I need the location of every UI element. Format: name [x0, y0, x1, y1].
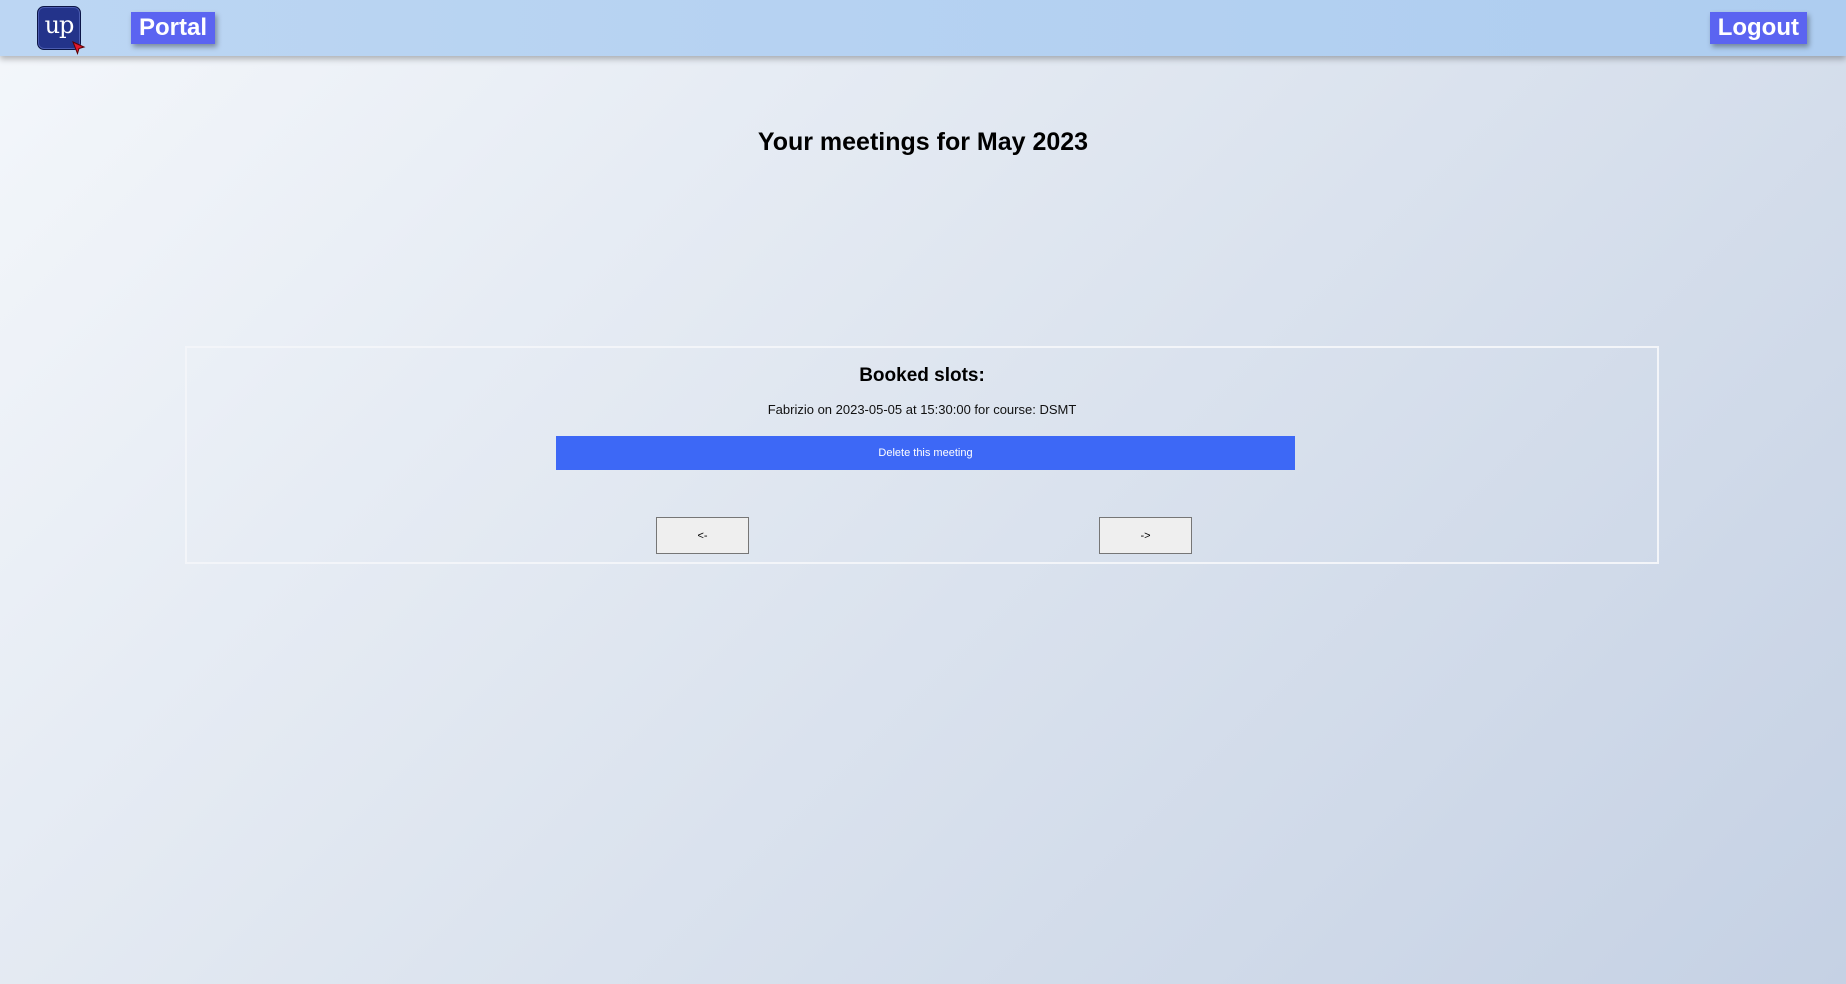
booked-slots-heading: Booked slots: [859, 365, 985, 386]
cursor-icon [72, 41, 86, 55]
next-month-button[interactable]: -> [1099, 517, 1192, 554]
app-logo[interactable]: up [37, 6, 86, 55]
booked-slot-description: Fabrizio on 2023-05-05 at 15:30:00 for c… [767, 402, 1077, 417]
logo-text: up [44, 11, 75, 39]
previous-month-button[interactable]: <- [656, 517, 749, 554]
delete-meeting-button[interactable]: Delete this meeting [556, 436, 1295, 470]
top-navigation-bar: up Portal Logout [0, 0, 1846, 56]
logout-button[interactable]: Logout [1709, 12, 1807, 44]
page-title: Your meetings for May 2023 [757, 128, 1089, 156]
booked-slots-panel: Booked slots: Fabrizio on 2023-05-05 at … [185, 346, 1659, 564]
portal-button[interactable]: Portal [131, 12, 216, 44]
